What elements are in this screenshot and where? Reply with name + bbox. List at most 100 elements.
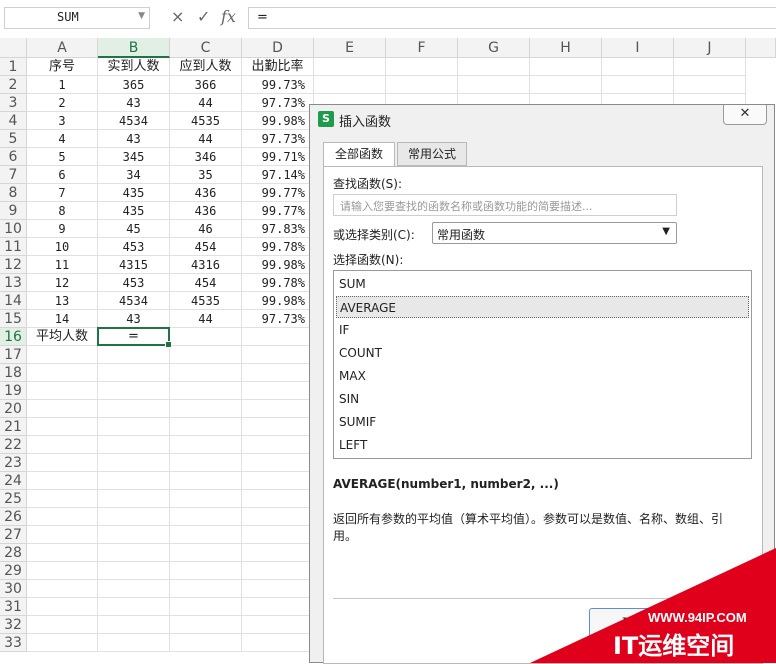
row-header-19[interactable]: 19 — [0, 382, 27, 400]
function-item-count[interactable]: COUNT — [336, 342, 749, 364]
cell-a24[interactable] — [27, 472, 98, 490]
cell-f1[interactable] — [386, 58, 458, 76]
cell-d11[interactable]: 99.78% — [242, 238, 314, 256]
cell-c20[interactable] — [170, 400, 242, 418]
column-header-e[interactable]: E — [314, 38, 386, 58]
cell-g1[interactable] — [458, 58, 530, 76]
cell-b30[interactable] — [98, 580, 170, 598]
cell-f2[interactable] — [386, 76, 458, 94]
cell-a20[interactable] — [27, 400, 98, 418]
cell-d10[interactable]: 97.83% — [242, 220, 314, 238]
cell-b15[interactable]: 43 — [98, 310, 170, 328]
cell-b26[interactable] — [98, 508, 170, 526]
cell-a11[interactable]: 10 — [27, 238, 98, 256]
row-header-7[interactable]: 7 — [0, 166, 27, 184]
row-header-8[interactable]: 8 — [0, 184, 27, 202]
row-header-18[interactable]: 18 — [0, 364, 27, 382]
cell-d6[interactable]: 99.71% — [242, 148, 314, 166]
cell-a9[interactable]: 8 — [27, 202, 98, 220]
cell-b11[interactable]: 453 — [98, 238, 170, 256]
row-header-15[interactable]: 15 — [0, 310, 27, 328]
row-header-2[interactable]: 2 — [0, 76, 27, 94]
cell-d30[interactable] — [242, 580, 314, 598]
cell-d15[interactable]: 97.73% — [242, 310, 314, 328]
cell-c1[interactable]: 应到人数 — [170, 58, 242, 76]
cell-b24[interactable] — [98, 472, 170, 490]
cell-c30[interactable] — [170, 580, 242, 598]
cell-d22[interactable] — [242, 436, 314, 454]
cell-d24[interactable] — [242, 472, 314, 490]
cell-b18[interactable] — [98, 364, 170, 382]
cell-b21[interactable] — [98, 418, 170, 436]
cell-a6[interactable]: 5 — [27, 148, 98, 166]
cell-c31[interactable] — [170, 598, 242, 616]
row-header-26[interactable]: 26 — [0, 508, 27, 526]
formula-input[interactable]: = — [248, 7, 776, 29]
cell-c12[interactable]: 4316 — [170, 256, 242, 274]
dialog-title-bar[interactable]: S 插入函数 ✕ — [310, 105, 774, 133]
cell-d19[interactable] — [242, 382, 314, 400]
row-header-21[interactable]: 21 — [0, 418, 27, 436]
cell-d14[interactable]: 99.98% — [242, 292, 314, 310]
cell-c33[interactable] — [170, 634, 242, 652]
cell-c27[interactable] — [170, 526, 242, 544]
cell-d4[interactable]: 99.98% — [242, 112, 314, 130]
cell-e2[interactable] — [314, 76, 386, 94]
cell-c22[interactable] — [170, 436, 242, 454]
column-header-i[interactable]: I — [602, 38, 674, 58]
row-header-4[interactable]: 4 — [0, 112, 27, 130]
cell-c32[interactable] — [170, 616, 242, 634]
select-all-corner[interactable] — [0, 38, 27, 58]
cell-b1[interactable]: 实到人数 — [98, 58, 170, 76]
row-header-6[interactable]: 6 — [0, 148, 27, 166]
column-header-h[interactable]: H — [530, 38, 602, 58]
cell-d1[interactable]: 出勤比率 — [242, 58, 314, 76]
row-header-29[interactable]: 29 — [0, 562, 27, 580]
cell-d3[interactable]: 97.73% — [242, 94, 314, 112]
cell-a16[interactable]: 平均人数 — [27, 328, 98, 346]
cancel-icon[interactable]: × — [171, 7, 184, 26]
row-header-24[interactable]: 24 — [0, 472, 27, 490]
row-header-23[interactable]: 23 — [0, 454, 27, 472]
function-item-average[interactable]: AVERAGE — [336, 296, 749, 318]
search-input[interactable] — [338, 196, 672, 216]
cell-a28[interactable] — [27, 544, 98, 562]
cell-b25[interactable] — [98, 490, 170, 508]
column-header-c[interactable]: C — [170, 38, 242, 58]
cell-a13[interactable]: 12 — [27, 274, 98, 292]
close-button[interactable]: ✕ — [723, 105, 767, 125]
cell-i2[interactable] — [602, 76, 674, 94]
cell-a33[interactable] — [27, 634, 98, 652]
cell-d29[interactable] — [242, 562, 314, 580]
column-header-a[interactable]: A — [27, 38, 98, 58]
cell-d20[interactable] — [242, 400, 314, 418]
row-header-5[interactable]: 5 — [0, 130, 27, 148]
cell-j1[interactable] — [674, 58, 746, 76]
check-icon[interactable]: ✓ — [197, 7, 210, 26]
cell-a21[interactable] — [27, 418, 98, 436]
cell-b22[interactable] — [98, 436, 170, 454]
row-header-12[interactable]: 12 — [0, 256, 27, 274]
tab-common-formulas[interactable]: 常用公式 — [397, 142, 467, 166]
cell-a3[interactable]: 2 — [27, 94, 98, 112]
row-header-31[interactable]: 31 — [0, 598, 27, 616]
cell-b17[interactable] — [98, 346, 170, 364]
chevron-down-icon[interactable]: ▼ — [138, 11, 145, 21]
cell-d27[interactable] — [242, 526, 314, 544]
cell-b27[interactable] — [98, 526, 170, 544]
search-field[interactable] — [333, 194, 677, 216]
cell-c25[interactable] — [170, 490, 242, 508]
cell-d26[interactable] — [242, 508, 314, 526]
cell-b3[interactable]: 43 — [98, 94, 170, 112]
cell-c23[interactable] — [170, 454, 242, 472]
cell-j2[interactable] — [674, 76, 746, 94]
cell-d16[interactable] — [242, 328, 314, 346]
cell-d12[interactable]: 99.98% — [242, 256, 314, 274]
cell-i1[interactable] — [602, 58, 674, 76]
row-header-14[interactable]: 14 — [0, 292, 27, 310]
cell-b12[interactable]: 4315 — [98, 256, 170, 274]
cell-a25[interactable] — [27, 490, 98, 508]
cell-a8[interactable]: 7 — [27, 184, 98, 202]
cell-b6[interactable]: 345 — [98, 148, 170, 166]
function-item-sin[interactable]: SIN — [336, 388, 749, 410]
